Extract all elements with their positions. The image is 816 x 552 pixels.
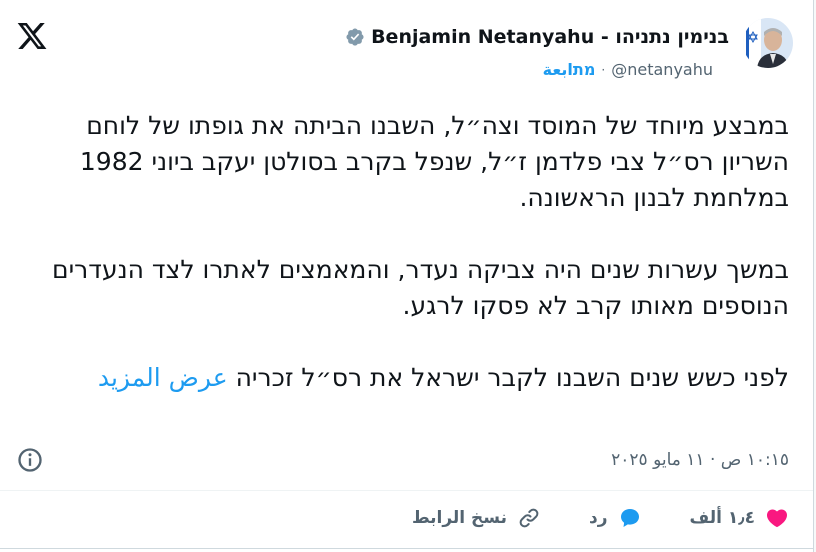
author-handle[interactable]: @netanyahu bbox=[611, 60, 713, 79]
tweet-paragraph-2: במשך עשרות שנים היה צביקה נעדר, והמאמצים… bbox=[52, 255, 789, 320]
info-icon[interactable] bbox=[16, 446, 44, 474]
avatar[interactable] bbox=[743, 18, 793, 68]
show-more-link[interactable]: عرض المزيد bbox=[98, 363, 228, 392]
verified-badge-icon bbox=[346, 28, 364, 46]
tweet-paragraph-3-text: לפני כשש שנים השבנו לקבר ישראל את רס״ל ז… bbox=[235, 363, 789, 392]
link-icon bbox=[519, 508, 539, 528]
tweet-actions: ١٫٤ ألف رد نسخ الرابط bbox=[412, 506, 789, 530]
divider bbox=[0, 490, 813, 491]
follow-link[interactable]: מתابعة bbox=[543, 60, 596, 79]
heart-icon bbox=[766, 509, 788, 528]
bottom-border bbox=[0, 548, 813, 549]
handle-row: @netanyahu · מתابعة bbox=[543, 60, 713, 79]
author-name-row[interactable]: Benjamin Netanyahu - בנימין נתניהו bbox=[345, 26, 729, 48]
reply-bubble-icon bbox=[620, 509, 639, 527]
copy-link-button[interactable]: نسخ الرابط bbox=[412, 506, 541, 530]
reply-label: رد bbox=[589, 508, 608, 528]
tweet-card: Benjamin Netanyahu - בנימין נתניהו @neta… bbox=[0, 0, 814, 552]
tweet-timestamp[interactable]: ١٠:١٥ ص · ١١ مايو ٢٠٢٥ bbox=[611, 450, 789, 470]
like-button[interactable]: ١٫٤ ألف bbox=[690, 506, 789, 530]
separator-dot: · bbox=[601, 62, 606, 77]
likes-count: ١٫٤ ألف bbox=[689, 508, 755, 528]
author-name[interactable]: Benjamin Netanyahu - בנימין נתניהו bbox=[371, 26, 729, 48]
tweet-paragraph-1: במבצע מיוחד של המוסד וצה״ל, השבנו הביתה … bbox=[79, 111, 789, 212]
tweet-paragraph-3: לפני כשש שנים השבנו לקבר ישראל את רס״ל ז… bbox=[17, 360, 789, 396]
copy-link-label: نسخ الرابط bbox=[411, 508, 507, 528]
x-logo-icon[interactable] bbox=[16, 20, 48, 52]
reply-button[interactable]: رد bbox=[589, 506, 642, 530]
tweet-text: במבצע מיוחד של המוסד וצה״ל, השבנו הביתה … bbox=[17, 108, 789, 396]
